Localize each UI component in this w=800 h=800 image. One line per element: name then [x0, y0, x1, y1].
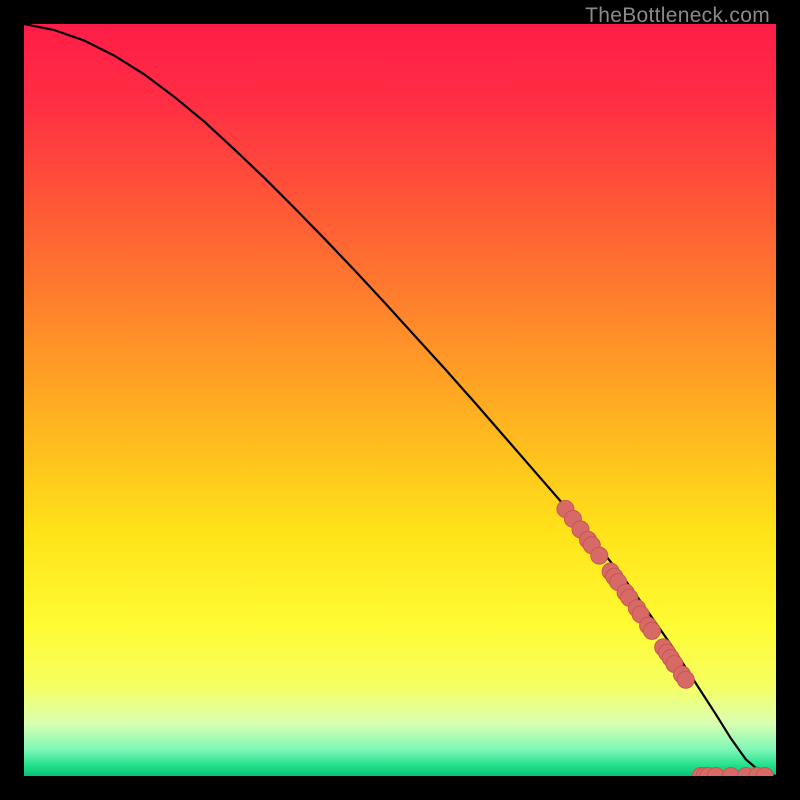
data-point: [591, 547, 608, 564]
data-point: [677, 671, 694, 688]
chart-frame: [24, 24, 776, 776]
gradient-rect: [24, 24, 776, 776]
watermark-text: TheBottleneck.com: [585, 4, 770, 28]
chart-svg: [24, 24, 776, 776]
data-point: [643, 622, 660, 639]
